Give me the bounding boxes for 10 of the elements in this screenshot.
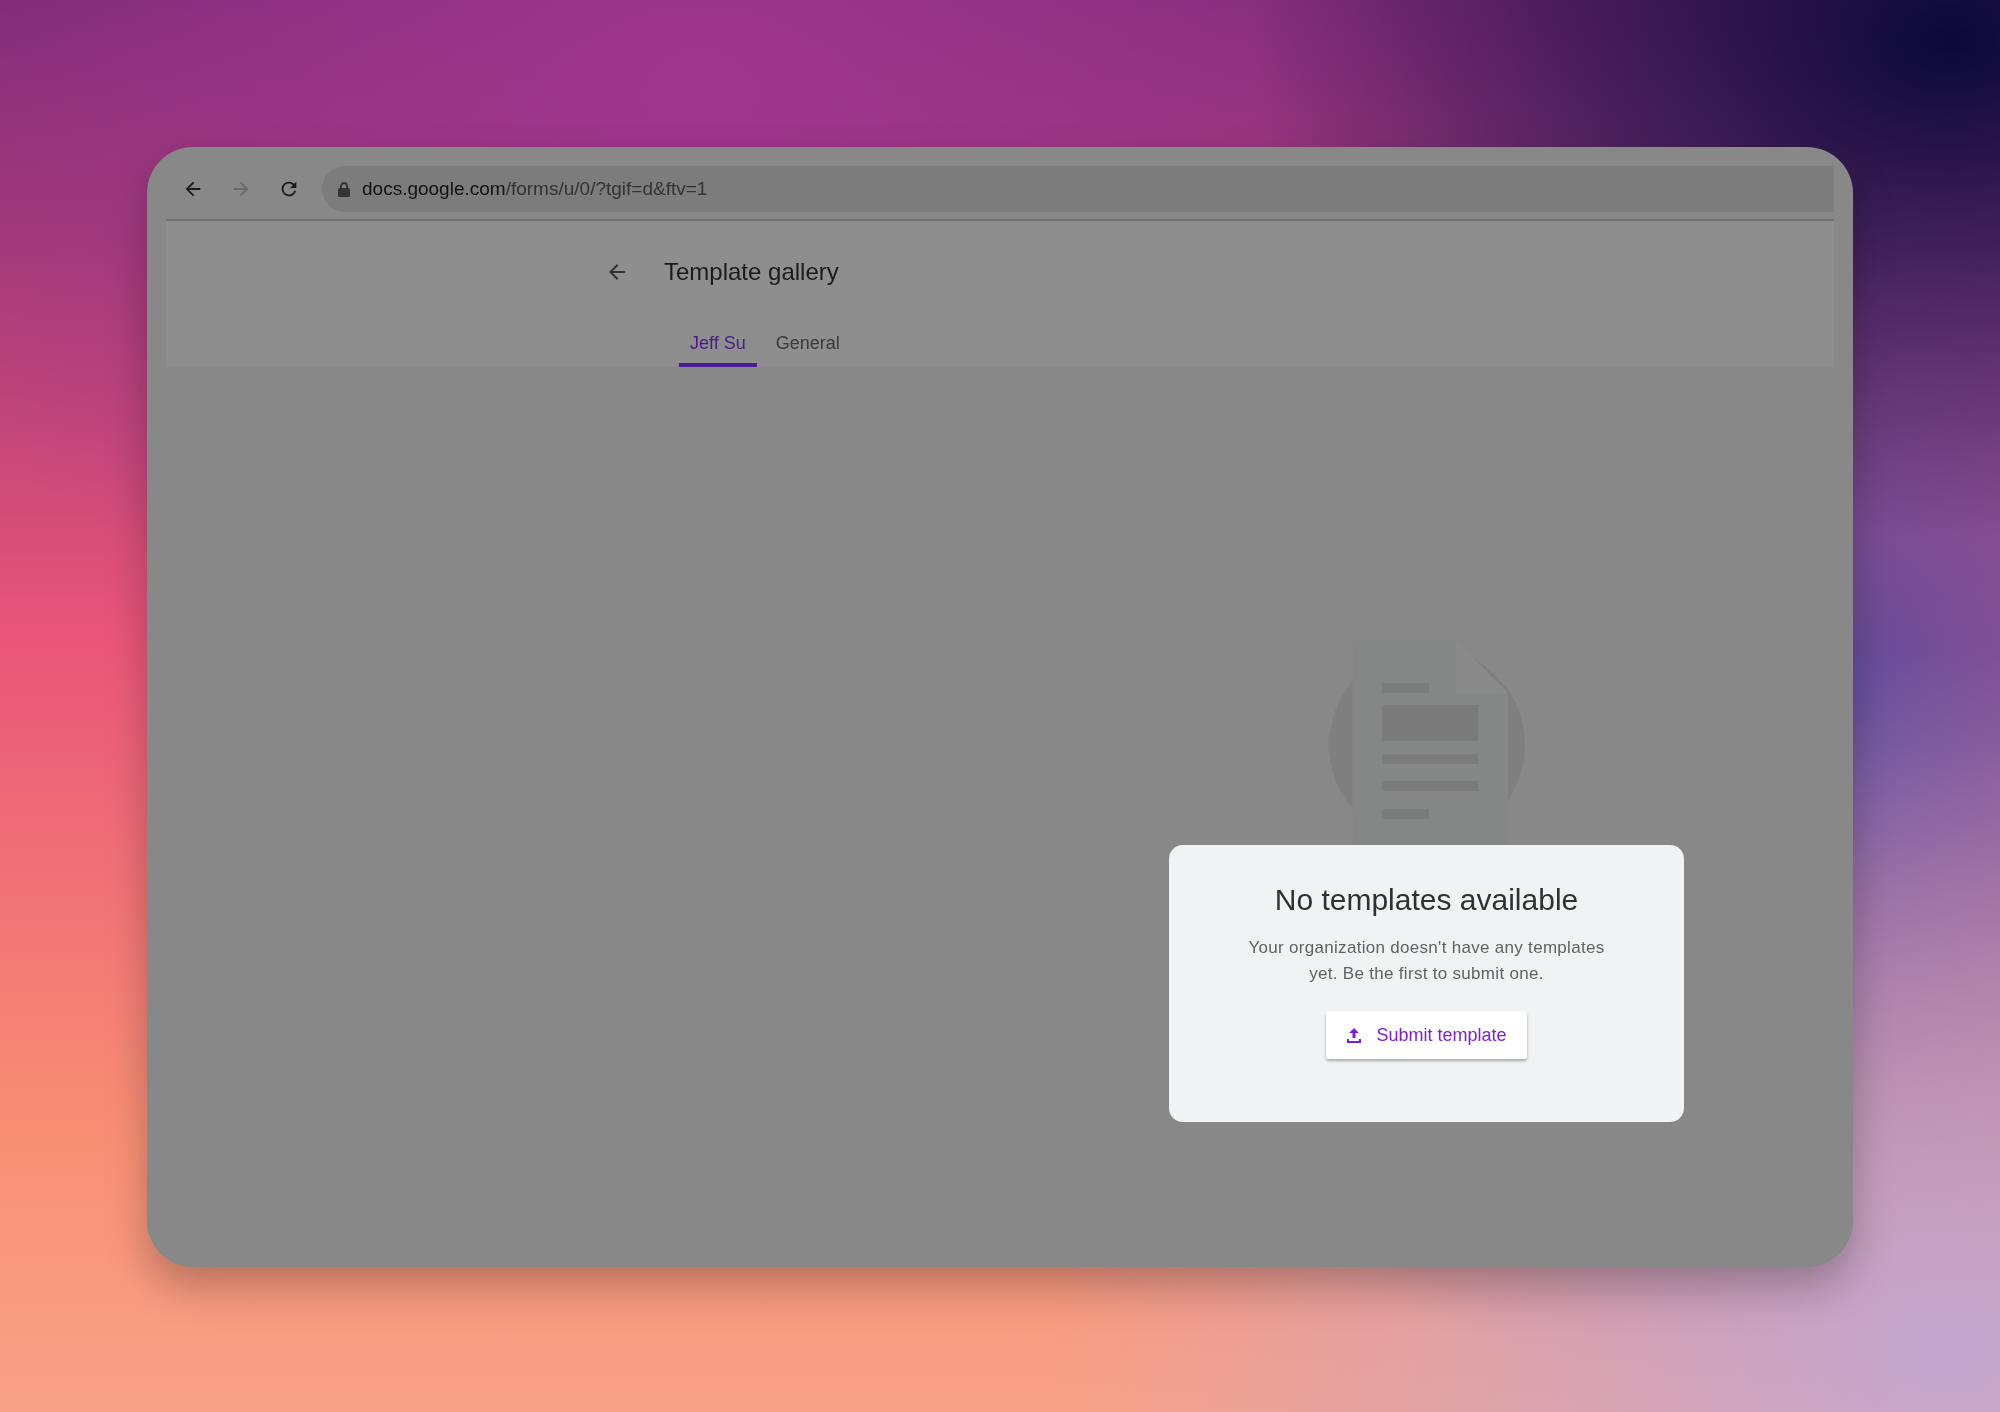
empty-state-title: No templates available <box>1274 883 1579 917</box>
address-bar[interactable]: docs.google.com/forms/u/0/?tgif=d&ftv=1 <box>322 166 1834 212</box>
url-text: docs.google.com/forms/u/0/?tgif=d&ftv=1 <box>362 178 708 200</box>
tab[interactable]: Jeff Su <box>679 323 757 367</box>
empty-state-message: Your organization doesn't have any templates yet. Be the first to submit one. <box>1247 937 1606 985</box>
submit-template-button[interactable]: Submit template <box>1326 1011 1527 1059</box>
upload-icon <box>1346 1026 1363 1044</box>
tab[interactable]: General <box>764 323 851 367</box>
lock-icon <box>338 181 350 197</box>
page-title: Template gallery <box>664 258 839 286</box>
